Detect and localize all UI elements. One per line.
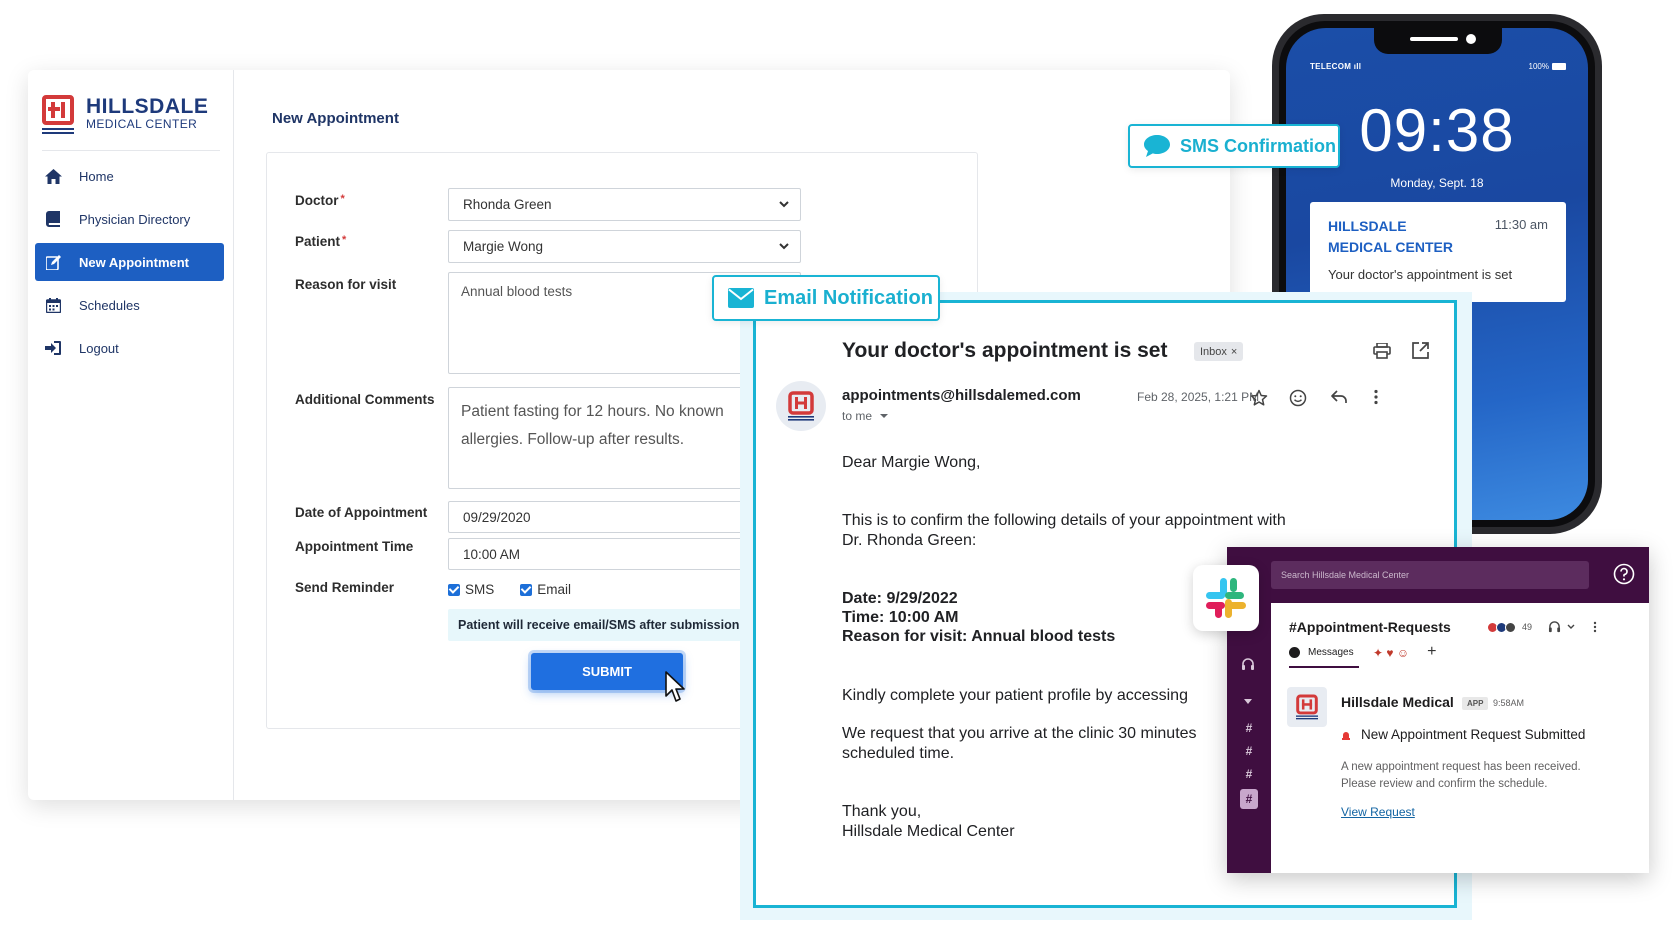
add-tab-icon[interactable]: + [1427,643,1436,671]
sidebar: HILLSDALE MEDICAL CENTER Home Physician … [28,70,234,800]
battery-status: 100% [1529,62,1566,71]
chevron-down-icon[interactable] [1567,624,1575,630]
emoji-icon[interactable] [1289,389,1307,407]
channel-link-active[interactable]: # [1240,789,1258,809]
brand-logo[interactable]: HILLSDALE MEDICAL CENTER [42,92,208,136]
close-icon[interactable]: × [1231,346,1237,358]
headphones-icon[interactable] [1548,621,1561,633]
reminder-label: Send Reminder [295,580,395,595]
message-time: 9:58AM [1493,698,1525,708]
more-vertical-icon[interactable] [1593,621,1597,633]
envelope-icon [728,288,754,308]
open-in-new-icon[interactable] [1412,342,1429,359]
headphones-icon[interactable] [1241,657,1255,671]
slack-window: Search Hillsdale Medical Center # # # # … [1227,547,1649,873]
email-date: Feb 28, 2025, 1:21 PM [1137,390,1260,404]
sidebar-item-schedules[interactable]: Schedules [35,286,224,324]
sidebar-nav: Home Physician Directory New Appointment [35,157,224,372]
caret-down-icon[interactable] [1243,698,1253,706]
sidebar-item-label: Home [79,168,114,184]
notification-time: 11:30 am [1494,217,1548,232]
slack-logo-icon [1193,565,1259,631]
page-title: New Appointment [272,110,399,127]
email-subject: Your doctor's appointment is set [842,339,1168,362]
divider [42,150,220,151]
submit-button[interactable]: SUBMIT [531,653,683,690]
tab-messages[interactable]: Messages [1289,646,1359,668]
sidebar-item-home[interactable]: Home [35,157,224,195]
time-label: Appointment Time [295,539,414,554]
slack-sidebar-rail: # # # # [1227,603,1271,873]
slack-search-input[interactable]: Search Hillsdale Medical Center [1271,561,1589,589]
carrier-label: TELECOM ıll [1310,62,1362,71]
sidebar-item-label: Schedules [79,297,140,313]
reminder-options: SMS Email [448,582,571,597]
sidebar-item-logout[interactable]: Logout [35,329,224,367]
messages-icon [1289,646,1300,658]
sidebar-item-label: New Appointment [79,254,190,270]
hospital-logo-icon [788,391,814,421]
doctor-select[interactable]: Rhonda Green [448,188,801,221]
battery-icon [1552,63,1566,70]
sidebar-item-label: Logout [79,340,119,356]
channel-members[interactable]: 49 [1487,621,1597,633]
help-icon[interactable] [1613,563,1635,585]
sender-avatar [776,381,826,431]
doctor-label: Doctor * [295,193,345,208]
channel-link[interactable]: # [1240,767,1258,781]
reply-icon[interactable] [1330,389,1348,405]
logout-icon [43,341,63,355]
alarm-light-icon [1342,731,1350,740]
brand-subtitle: MEDICAL CENTER [86,117,198,131]
hospital-logo-icon [42,95,74,134]
chevron-down-icon [779,201,789,208]
email-checkbox[interactable] [520,583,533,596]
signal-icon: ıll [1351,62,1362,71]
print-icon[interactable] [1373,343,1391,359]
sms-confirmation-tag: SMS Confirmation [1128,124,1340,168]
bot-avatar [1287,687,1327,727]
notification-message: Your doctor's appointment is set [1328,267,1513,282]
message-title: New Appointment Request Submitted [1341,727,1585,742]
chat-bubble-icon [1144,135,1170,157]
message-description: A new appointment request has been recei… [1341,761,1581,790]
home-icon [43,168,63,184]
sidebar-item-new-appointment[interactable]: New Appointment [35,243,224,281]
more-vertical-icon[interactable] [1373,389,1379,405]
reason-label: Reason for visit [295,277,397,292]
mouse-pointer-icon [665,671,685,702]
calendar-icon [43,297,63,313]
emoji-reactions-icon[interactable]: ✦ ♥ ☺ [1373,646,1409,668]
app-badge: APP [1462,697,1489,710]
comments-label: Additional Comments [295,392,435,407]
marketing-composite: HILLSDALE MEDICAL CENTER Home Physician … [0,0,1673,938]
chevron-down-icon [779,243,789,250]
channel-link[interactable]: # [1240,721,1258,735]
star-icon[interactable] [1250,389,1268,407]
chevron-down-icon [880,414,889,418]
sidebar-item-physician-directory[interactable]: Physician Directory [35,200,224,238]
patient-label: Patient * [295,234,347,249]
brand-name: HILLSDALE [86,95,209,118]
channel-link[interactable]: # [1240,744,1258,758]
sms-notification[interactable]: HILLSDALE MEDICAL CENTER 11:30 am Your d… [1310,202,1566,302]
view-request-link[interactable]: View Request [1341,805,1415,819]
patient-select[interactable]: Margie Wong [448,230,801,263]
message-sender[interactable]: Hillsdale Medical [1341,694,1454,710]
hospital-logo-icon [1296,694,1318,720]
edit-icon [43,254,63,270]
book-icon [43,211,63,227]
notification-sender: HILLSDALE MEDICAL CENTER [1328,218,1453,255]
sms-checkbox[interactable] [448,583,460,596]
sidebar-item-label: Physician Directory [79,211,191,227]
email-notification-tag: Email Notification [712,275,940,321]
submission-notice: Patient will receive email/SMS after sub… [448,609,748,641]
sender-address: appointments@hillsdalemed.com [842,387,1081,404]
recipient-dropdown[interactable]: to me [842,409,890,423]
inbox-label-chip[interactable]: Inbox × [1194,342,1244,361]
date-label: Date of Appointment [295,505,428,520]
channel-tabs: Messages ✦ ♥ ☺ + [1289,643,1436,671]
channel-name[interactable]: #Appointment-Requests [1289,619,1451,635]
lockscreen-date: Monday, Sept. 18 [1390,176,1484,190]
